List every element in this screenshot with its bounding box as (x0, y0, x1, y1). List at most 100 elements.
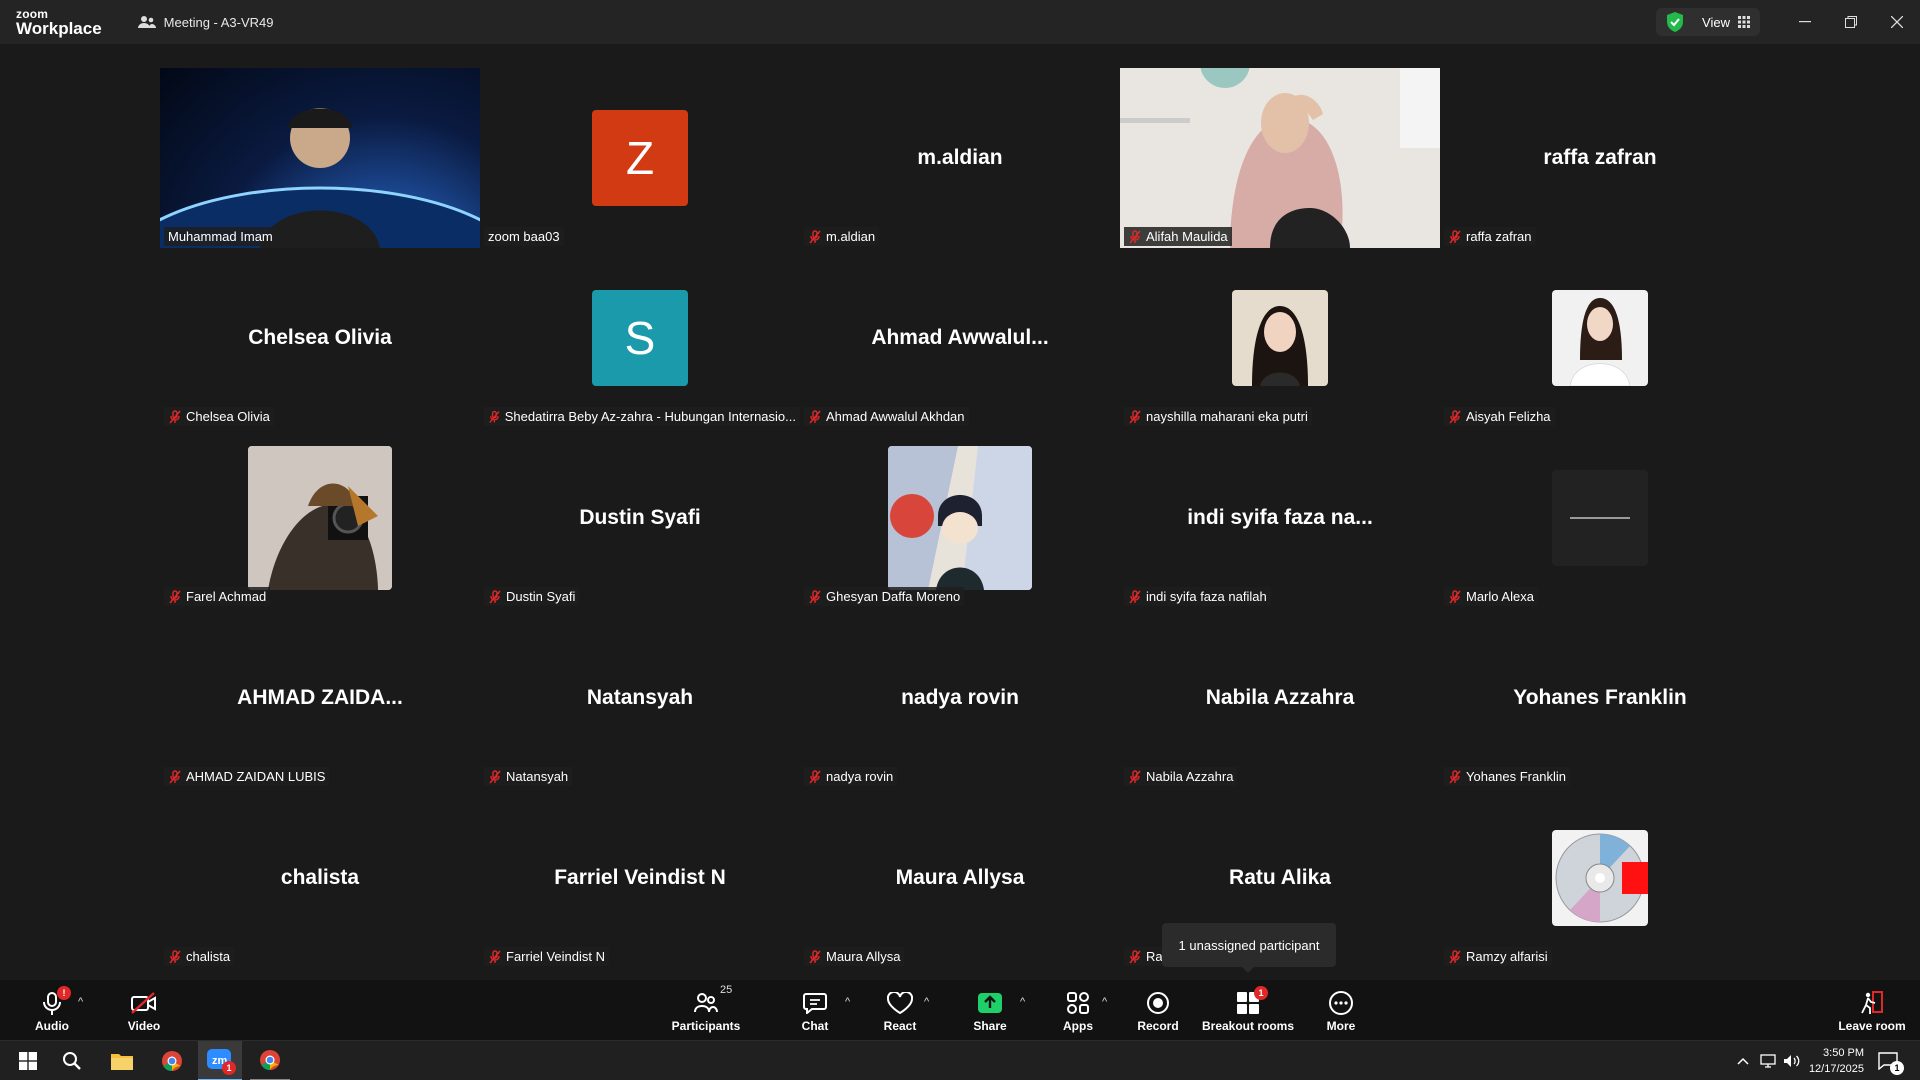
volume-button[interactable] (1780, 1041, 1804, 1080)
participant-name-tag: Maura Allysa (804, 947, 905, 966)
muted-microphone-icon (489, 589, 501, 603)
participant-name-tag: nayshilla maharani eka putri (1124, 407, 1312, 426)
avatar: Z (592, 110, 688, 206)
system-clock[interactable]: 3:50 PM 12/17/2025 (1809, 1045, 1864, 1077)
participant-name-tag: Alifah Maulida (1124, 227, 1232, 246)
participant-tile[interactable]: Ramzy alfarisi (1440, 788, 1760, 968)
chrome-profile-icon (260, 1050, 280, 1071)
participant-tile[interactable]: AHMAD ZAIDA... AHMAD ZAIDAN LUBIS (160, 608, 480, 788)
participant-tile[interactable]: Muhammad Imam (160, 68, 480, 248)
file-explorer-button[interactable] (102, 1041, 142, 1080)
apps-label: Apps (1063, 1018, 1093, 1033)
record-button[interactable]: Record (1133, 980, 1183, 1040)
participant-name: Chelsea Olivia (186, 409, 270, 424)
network-button[interactable] (1756, 1041, 1780, 1080)
audio-button[interactable]: ! Audio (22, 980, 82, 1040)
participant-tile[interactable]: Ghesyan Daffa Moreno (800, 428, 1120, 608)
search-button[interactable] (52, 1041, 92, 1080)
chat-options-chevron-icon[interactable]: ^ (845, 996, 850, 1008)
more-button[interactable]: More (1316, 980, 1366, 1040)
participant-name-tag: m.aldian (804, 227, 880, 246)
participant-name: Nabila Azzahra (1146, 769, 1234, 784)
participant-name: nayshilla maharani eka putri (1146, 409, 1308, 424)
participant-tile[interactable]: chalista chalista (160, 788, 480, 968)
notification-count-badge: 1 (1890, 1061, 1904, 1075)
chat-button[interactable]: Chat (790, 980, 840, 1040)
close-button[interactable] (1874, 0, 1920, 44)
participant-name-tag: Ahmad Awwalul Akhdan (804, 407, 969, 426)
chrome-profile-button[interactable] (250, 1041, 290, 1080)
restore-button[interactable] (1828, 0, 1874, 44)
grid-icon (1738, 16, 1750, 28)
participant-name: chalista (186, 949, 231, 964)
participant-tile[interactable]: nayshilla maharani eka putri (1120, 248, 1440, 428)
participant-tile[interactable]: Zzoom baa03 (480, 68, 800, 248)
encryption-shield-icon[interactable] (1666, 12, 1684, 32)
participant-name: Shedatirra Beby Az-zahra - Hubungan Inte… (504, 409, 796, 424)
audio-options-chevron-icon[interactable]: ^ (78, 996, 83, 1008)
muted-microphone-icon (1449, 229, 1461, 243)
participant-name-tag: Ghesyan Daffa Moreno (804, 587, 965, 606)
participant-tile[interactable]: Maura Allysa Maura Allysa (800, 788, 1120, 968)
view-button[interactable]: View (1702, 15, 1750, 30)
start-button[interactable] (8, 1041, 48, 1080)
breakout-rooms-button[interactable]: 1 Breakout rooms (1200, 980, 1296, 1040)
zoom-taskbar-button[interactable]: zm 1 (198, 1041, 242, 1080)
notification-center-button[interactable]: 1 (1868, 1041, 1908, 1080)
participant-name-tag: Dustin Syafi (484, 587, 580, 606)
participant-tile[interactable]: Aisyah Felizha (1440, 248, 1760, 428)
apps-button[interactable]: Apps (1053, 980, 1103, 1040)
participant-tile[interactable]: Yohanes Franklin Yohanes Franklin (1440, 608, 1760, 788)
participant-name: Alifah Maulida (1146, 229, 1228, 244)
minimize-button[interactable] (1782, 0, 1828, 44)
muted-microphone-icon (1129, 589, 1141, 603)
participant-name-tag: AHMAD ZAIDAN LUBIS (164, 767, 330, 786)
muted-microphone-icon (169, 769, 181, 783)
audio-label: Audio (35, 1018, 69, 1033)
chrome-button[interactable] (152, 1041, 192, 1080)
participant-tile[interactable]: Dustin Syafi Dustin Syafi (480, 428, 800, 608)
participant-tile[interactable]: Ahmad Awwalul... Ahmad Awwalul Akhdan (800, 248, 1120, 428)
show-hidden-icons-button[interactable] (1730, 1041, 1756, 1080)
participant-name: Ramzy alfarisi (1466, 949, 1548, 964)
participant-tile[interactable]: indi syifa faza na... indi syifa faza naf… (1120, 428, 1440, 608)
share-label: Share (973, 1018, 1007, 1033)
participant-tile[interactable]: Marlo Alexa (1440, 428, 1760, 608)
participant-tile[interactable]: S Shedatirra Beby Az-zahra - Hubungan Int… (480, 248, 800, 428)
participant-tile[interactable]: Alifah Maulida (1120, 68, 1440, 248)
participant-display-name: Yohanes Franklin (1513, 686, 1687, 709)
participant-tile[interactable]: Nabila Azzahra Nabila Azzahra (1120, 608, 1440, 788)
muted-microphone-icon (1129, 769, 1141, 783)
react-button[interactable]: React (875, 980, 925, 1040)
apps-options-chevron-icon[interactable]: ^ (1102, 996, 1107, 1008)
share-options-chevron-icon[interactable]: ^ (1020, 996, 1025, 1008)
participant-tile[interactable]: nadya rovin nadya rovin (800, 608, 1120, 788)
participant-tile[interactable]: Farriel Veindist N Farriel Veindist N (480, 788, 800, 968)
share-button[interactable]: Share (965, 980, 1015, 1040)
participant-display-name: raffa zafran (1543, 146, 1657, 169)
video-button[interactable]: Video (114, 980, 174, 1040)
profile-picture (248, 446, 392, 590)
participant-display-name: AHMAD ZAIDA... (237, 686, 403, 709)
record-label: Record (1137, 1018, 1179, 1033)
participants-label: Participants (671, 1018, 741, 1033)
participant-video (160, 68, 480, 248)
audio-alert-badge: ! (57, 985, 71, 1000)
participant-name-tag: Natansyah (484, 767, 573, 786)
leave-room-button[interactable]: Leave room (1832, 980, 1912, 1040)
participant-tile[interactable]: Natansyah Natansyah (480, 608, 800, 788)
folder-icon (111, 1054, 133, 1070)
zoom-logo: zoom Workplace (16, 8, 102, 37)
participants-button[interactable]: 25 Participants (666, 980, 746, 1040)
react-options-chevron-icon[interactable]: ^ (924, 996, 929, 1008)
participant-name: zoom baa03 (488, 229, 560, 244)
participant-tile[interactable]: Chelsea Olivia Chelsea Olivia (160, 248, 480, 428)
participant-tile[interactable]: raffa zafran raffa zafran (1440, 68, 1760, 248)
participant-name-tag: raffa zafran (1444, 227, 1536, 246)
profile-picture (888, 446, 1032, 590)
muted-microphone-icon (169, 409, 181, 423)
meeting-info-button[interactable]: Meeting - A3-VR49 (137, 15, 274, 30)
participant-display-name: Chelsea Olivia (248, 326, 392, 349)
participant-tile[interactable]: Farel Achmad (160, 428, 480, 608)
participant-tile[interactable]: m.aldian m.aldian (800, 68, 1120, 248)
